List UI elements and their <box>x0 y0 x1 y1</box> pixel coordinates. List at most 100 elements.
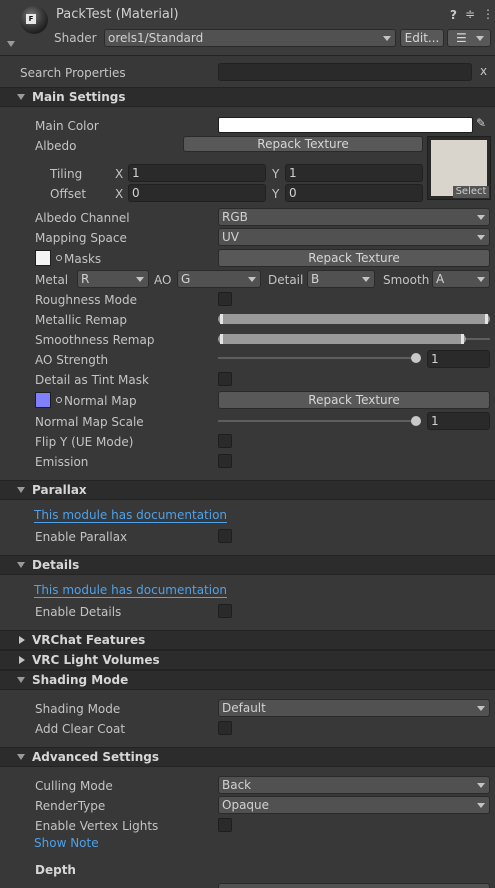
object-picker-icon[interactable] <box>56 397 62 403</box>
section-main-settings[interactable]: Main Settings <box>0 87 495 107</box>
foldout-arrow-icon[interactable] <box>7 41 15 47</box>
albedo-texture-slot[interactable]: Select <box>427 136 491 200</box>
section-vrchat-features[interactable]: VRChat Features <box>0 630 495 650</box>
normal-scale-thumb[interactable] <box>411 416 421 426</box>
emission-checkbox[interactable] <box>218 454 232 468</box>
roughness-mode-label: Roughness Mode <box>35 293 137 307</box>
shader-dropdown[interactable]: orels1/Standard <box>104 29 396 47</box>
chevron-down-icon <box>136 277 144 282</box>
enable-details-label: Enable Details <box>35 605 122 619</box>
normal-scale-input[interactable]: 1 <box>427 412 490 430</box>
smoothness-remap-min-handle[interactable] <box>220 334 223 344</box>
enable-parallax-checkbox[interactable] <box>218 529 232 543</box>
object-picker-icon[interactable] <box>56 255 62 261</box>
normal-map-texture-slot[interactable] <box>35 392 51 408</box>
depth-dropdown[interactable] <box>218 883 490 888</box>
search-input[interactable] <box>218 63 472 81</box>
culling-mode-label: Culling Mode <box>35 779 113 793</box>
tiling-x-input[interactable]: 1 <box>128 164 266 182</box>
search-clear-button[interactable]: x <box>480 64 487 78</box>
chevron-down-icon <box>362 277 370 282</box>
mapping-space-label: Mapping Space <box>35 231 127 245</box>
shader-menu-button[interactable]: ☰ <box>447 29 491 47</box>
detail-tint-checkbox[interactable] <box>218 372 232 386</box>
offset-y-input[interactable]: 0 <box>285 184 423 202</box>
smoothness-remap-max-handle[interactable] <box>461 334 464 344</box>
show-note-link[interactable]: Show Note <box>34 836 99 850</box>
enable-details-checkbox[interactable] <box>218 604 232 618</box>
section-advanced-settings[interactable]: Advanced Settings <box>0 747 495 767</box>
depth-heading: Depth <box>35 863 76 877</box>
vertex-lights-checkbox[interactable] <box>218 818 232 832</box>
smooth-channel-value: A <box>436 272 445 286</box>
section-title: Main Settings <box>32 90 126 104</box>
detail-channel-value: B <box>311 272 320 286</box>
chevron-down-icon <box>383 36 391 41</box>
normal-repack-button[interactable]: Repack Texture <box>218 391 490 409</box>
shading-mode-dropdown[interactable]: Default <box>218 699 490 717</box>
render-type-dropdown[interactable]: Opaque <box>218 796 490 814</box>
parallax-doc-link[interactable]: This module has documentation <box>34 508 228 523</box>
ao-strength-thumb[interactable] <box>411 353 421 363</box>
section-details[interactable]: Details <box>0 555 495 575</box>
smooth-channel-dropdown[interactable]: A <box>432 270 490 288</box>
main-color-label: Main Color <box>35 119 99 133</box>
material-title: PackTest (Material) <box>56 7 179 22</box>
chevron-down-icon <box>476 36 484 41</box>
clear-coat-checkbox[interactable] <box>218 721 232 735</box>
section-title: VRC Light Volumes <box>32 653 160 667</box>
smooth-label: Smooth <box>383 273 430 287</box>
chevron-down-icon <box>477 706 485 711</box>
edit-shader-button[interactable]: Edit... <box>400 29 444 47</box>
section-parallax[interactable]: Parallax <box>0 480 495 500</box>
masks-repack-button[interactable]: Repack Texture <box>218 249 490 267</box>
list-icon: ☰ <box>456 31 467 45</box>
main-color-field[interactable] <box>218 117 473 133</box>
detail-label: Detail <box>268 273 304 287</box>
section-title: Advanced Settings <box>32 750 160 764</box>
tiling-y-input[interactable]: 1 <box>285 164 423 182</box>
search-label: Search Properties <box>20 66 126 80</box>
ao-label: AO <box>154 273 172 287</box>
albedo-repack-button[interactable]: Repack Texture <box>183 136 423 152</box>
ao-channel-value: G <box>181 272 191 286</box>
albedo-channel-value: RGB <box>222 210 248 224</box>
section-collapsed-icon <box>19 656 25 664</box>
ao-strength-input[interactable]: 1 <box>427 350 490 368</box>
enable-parallax-label: Enable Parallax <box>35 530 128 544</box>
metallic-remap-slider[interactable] <box>218 314 490 324</box>
smoothness-remap-slider[interactable] <box>218 334 466 344</box>
roughness-mode-checkbox[interactable] <box>218 292 232 306</box>
offset-y-label: Y <box>272 187 280 201</box>
settings-icon[interactable]: ≑ <box>465 7 475 21</box>
texture-select-button[interactable]: Select <box>453 186 489 198</box>
mapping-space-dropdown[interactable]: UV <box>218 228 490 246</box>
flip-y-checkbox[interactable] <box>218 434 232 448</box>
metallic-remap-label: Metallic Remap <box>35 313 128 327</box>
help-icon[interactable]: ? <box>450 8 457 22</box>
more-options-icon[interactable]: ⋮ <box>482 7 494 21</box>
offset-x-input[interactable]: 0 <box>128 184 266 202</box>
section-shading-mode[interactable]: Shading Mode <box>0 670 495 690</box>
section-vrc-light-volumes[interactable]: VRC Light Volumes <box>0 650 495 670</box>
chevron-down-icon <box>477 235 485 240</box>
section-title: Parallax <box>32 483 87 497</box>
metallic-remap-min-handle[interactable] <box>220 314 223 324</box>
offset-label: Offset <box>50 187 87 201</box>
albedo-channel-dropdown[interactable]: RGB <box>218 208 490 226</box>
render-type-value: Opaque <box>222 798 270 812</box>
masks-texture-slot[interactable] <box>35 250 51 266</box>
culling-mode-value: Back <box>222 778 252 792</box>
ao-channel-dropdown[interactable]: G <box>177 270 261 288</box>
offset-x-label: X <box>115 187 124 201</box>
mapping-space-value: UV <box>222 230 239 244</box>
section-expanded-icon <box>17 754 25 760</box>
culling-mode-dropdown[interactable]: Back <box>218 776 490 794</box>
render-type-label: RenderType <box>35 799 106 813</box>
eyedropper-icon[interactable]: ✎ <box>476 116 486 130</box>
details-doc-link[interactable]: This module has documentation <box>34 583 228 598</box>
detail-channel-dropdown[interactable]: B <box>307 270 375 288</box>
metal-channel-dropdown[interactable]: R <box>77 270 149 288</box>
vertex-lights-label: Enable Vertex Lights <box>35 819 159 833</box>
metallic-remap-max-handle[interactable] <box>485 314 488 324</box>
